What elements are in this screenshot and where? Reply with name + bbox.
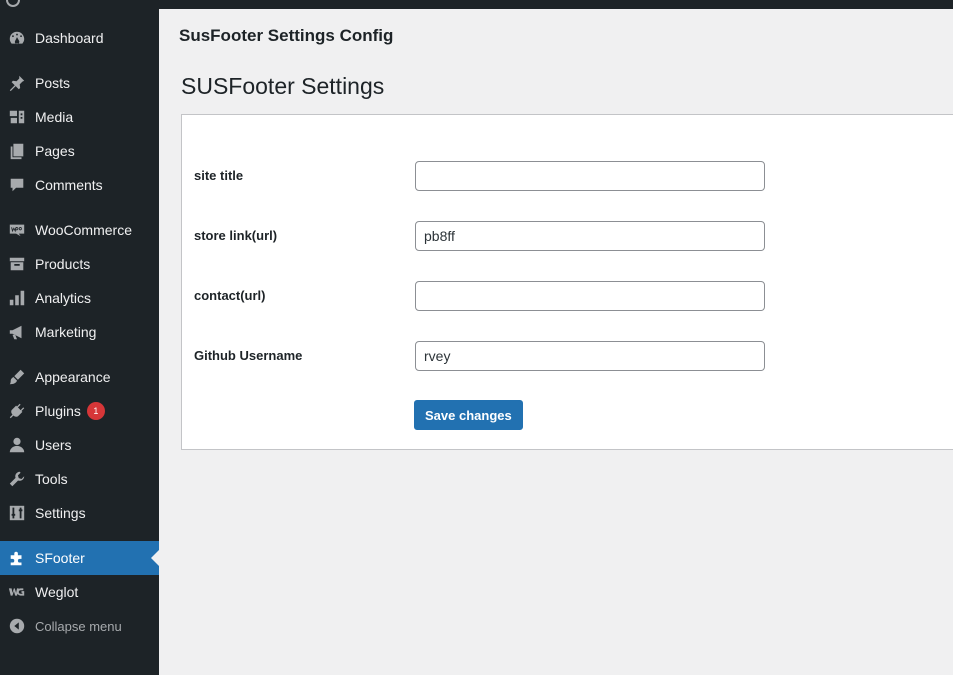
menu-label: Users bbox=[35, 437, 72, 453]
menu-label: SFooter bbox=[35, 550, 85, 566]
menu-label: Appearance bbox=[35, 369, 111, 385]
pin-icon bbox=[7, 73, 27, 93]
media-icon bbox=[7, 107, 27, 127]
menu-label: Tools bbox=[35, 471, 68, 487]
admin-bar bbox=[0, 0, 953, 9]
settings-heading: SUSFooter Settings bbox=[181, 73, 385, 99]
wordpress-logo-icon[interactable] bbox=[6, 0, 20, 7]
puzzle-icon bbox=[7, 548, 27, 568]
collapse-arrow-icon bbox=[7, 616, 27, 636]
update-count-badge: 1 bbox=[86, 402, 105, 420]
menu-label: Dashboard bbox=[35, 30, 104, 46]
menu-item-woocommerce[interactable]: WooCommerce bbox=[0, 213, 159, 247]
site-title-label: site title bbox=[194, 168, 244, 183]
weglot-icon bbox=[7, 582, 27, 602]
menu-item-posts[interactable]: Posts bbox=[0, 66, 159, 100]
store-link-label: store link(url) bbox=[194, 228, 278, 243]
menu-label: Media bbox=[35, 109, 74, 125]
menu-label: Products bbox=[35, 256, 91, 272]
megaphone-icon bbox=[7, 322, 27, 342]
pages-icon bbox=[7, 141, 27, 161]
woo-icon bbox=[7, 220, 27, 240]
menu-item-dashboard[interactable]: Dashboard bbox=[0, 21, 159, 55]
menu-item-settings[interactable]: Settings bbox=[0, 496, 159, 530]
menu-item-media[interactable]: Media bbox=[0, 100, 159, 134]
wrench-icon bbox=[7, 469, 27, 489]
main-content: SusFooter Settings Config SUSFooter Sett… bbox=[159, 9, 953, 675]
menu-item-analytics[interactable]: Analytics bbox=[0, 281, 159, 315]
github-username-input[interactable] bbox=[415, 341, 765, 371]
menu-label: Comments bbox=[35, 177, 103, 193]
menu-label: Weglot bbox=[35, 584, 79, 600]
collapse-menu-button[interactable]: Collapse menu bbox=[0, 609, 159, 643]
menu-item-products[interactable]: Products bbox=[0, 247, 159, 281]
menu-item-marketing[interactable]: Marketing bbox=[0, 315, 159, 349]
settings-panel: site title store link(url) contact(url) … bbox=[181, 114, 953, 450]
store-link-input[interactable] bbox=[415, 221, 765, 251]
menu-label: Analytics bbox=[35, 290, 92, 306]
menu-item-plugins[interactable]: Plugins 1 bbox=[0, 394, 159, 428]
admin-sidebar: Dashboard Posts Media Pages Comments Woo… bbox=[0, 9, 159, 675]
brush-icon bbox=[7, 367, 27, 387]
menu-item-comments[interactable]: Comments bbox=[0, 168, 159, 202]
contact-url-input[interactable] bbox=[415, 281, 765, 311]
menu-label: Marketing bbox=[35, 324, 97, 340]
menu-label: Plugins bbox=[35, 403, 81, 419]
archive-icon bbox=[7, 254, 27, 274]
bar-chart-icon bbox=[7, 288, 27, 308]
page-title: SusFooter Settings Config bbox=[179, 26, 394, 45]
plug-icon bbox=[7, 401, 27, 421]
menu-item-pages[interactable]: Pages bbox=[0, 134, 159, 168]
menu-item-users[interactable]: Users bbox=[0, 428, 159, 462]
github-username-label: Github Username bbox=[194, 348, 303, 363]
comment-icon bbox=[7, 175, 27, 195]
user-icon bbox=[7, 435, 27, 455]
contact-url-label: contact(url) bbox=[194, 288, 266, 303]
menu-item-appearance[interactable]: Appearance bbox=[0, 360, 159, 394]
menu-label: Pages bbox=[35, 143, 75, 159]
menu-item-weglot[interactable]: Weglot bbox=[0, 575, 159, 609]
collapse-menu-label: Collapse menu bbox=[35, 618, 122, 634]
dashboard-icon bbox=[7, 28, 27, 48]
menu-item-sfooter[interactable]: SFooter bbox=[0, 541, 159, 575]
menu-item-tools[interactable]: Tools bbox=[0, 462, 159, 496]
save-changes-button[interactable]: Save changes bbox=[414, 400, 523, 430]
sliders-icon bbox=[7, 503, 27, 523]
menu-label: Posts bbox=[35, 75, 71, 91]
site-title-input[interactable] bbox=[415, 161, 765, 191]
menu-label: WooCommerce bbox=[35, 222, 132, 238]
menu-label: Settings bbox=[35, 505, 86, 521]
